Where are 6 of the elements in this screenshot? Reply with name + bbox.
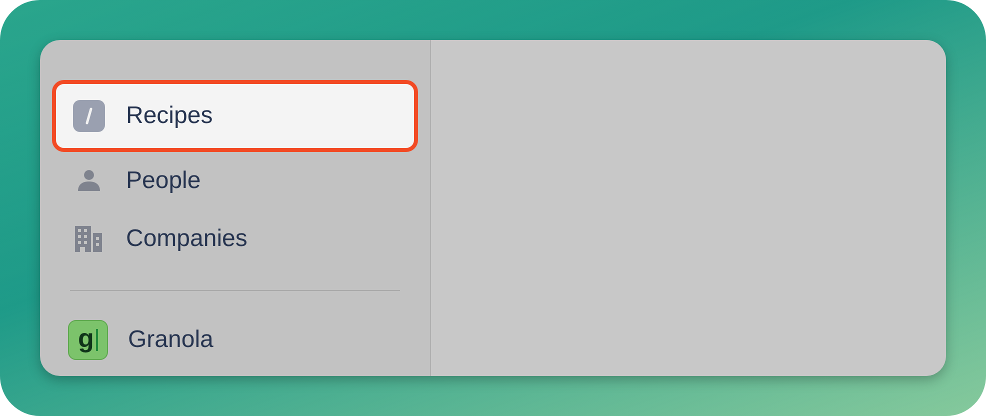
app-item[interactable]: g Granola (52, 313, 418, 367)
app-logo: g (68, 320, 108, 360)
sidebar-item[interactable]: Recipes (52, 80, 418, 152)
slash-icon (72, 99, 106, 133)
sidebar-item[interactable]: Companies (52, 210, 418, 268)
sidebar-item[interactable]: People (52, 152, 418, 210)
